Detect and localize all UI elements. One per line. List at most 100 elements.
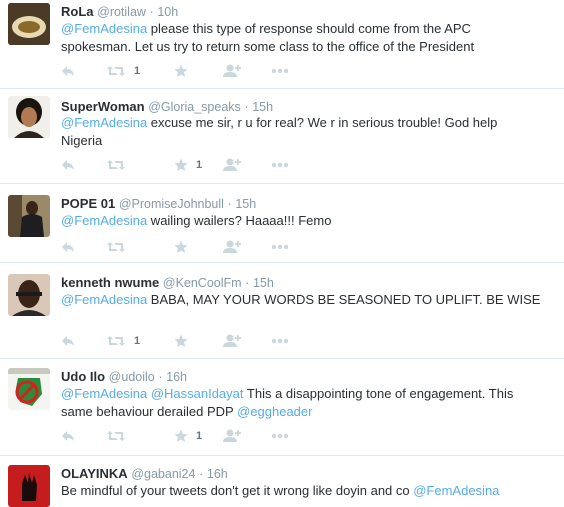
- retweet-icon: [107, 160, 125, 170]
- tweet-item: Udo Ilo @udoilo · 16h @FemAdesina @Hassa…: [0, 359, 564, 456]
- mention-link[interactable]: @eggheader: [237, 404, 312, 419]
- follow-user-icon: [223, 240, 241, 253]
- star-icon: [174, 158, 188, 171]
- user-handle[interactable]: @Gloria_speaks: [148, 100, 241, 114]
- user-name[interactable]: kenneth nwume: [61, 275, 159, 290]
- follow-user-icon: [223, 158, 241, 171]
- follow-button[interactable]: [223, 156, 241, 174]
- avatar[interactable]: [8, 368, 50, 410]
- more-button[interactable]: [271, 62, 289, 80]
- mention-link[interactable]: @FemAdesina: [413, 483, 499, 498]
- tweet-item: RoLa @rotilaw · 10h @FemAdesina please t…: [0, 0, 564, 89]
- avatar[interactable]: [8, 274, 50, 316]
- timestamp[interactable]: 10h: [157, 5, 178, 19]
- retweet-icon: [107, 431, 125, 441]
- tweet-text: @FemAdesina excuse me sir, r u for real?…: [61, 114, 541, 150]
- retweet-icon: [107, 66, 125, 76]
- reply-button[interactable]: [61, 427, 75, 445]
- avatar-image: [8, 274, 50, 316]
- tweet-text: @FemAdesina wailing wailers? Haaaa!!! Fe…: [61, 212, 541, 230]
- mention-link[interactable]: @FemAdesina: [61, 115, 147, 130]
- user-name[interactable]: RoLa: [61, 4, 94, 19]
- like-button[interactable]: [174, 238, 196, 256]
- reply-button[interactable]: [61, 332, 75, 350]
- retweet-button[interactable]: [106, 238, 134, 256]
- tweet-actions: 1: [61, 62, 361, 80]
- follow-user-icon: [223, 334, 241, 347]
- user-handle[interactable]: @udoilo: [109, 370, 155, 384]
- like-count: 1: [196, 430, 203, 442]
- user-name[interactable]: Udo Ilo: [61, 369, 105, 384]
- like-button[interactable]: [174, 62, 196, 80]
- like-button[interactable]: 1: [174, 427, 202, 445]
- mention-link[interactable]: @FemAdesina: [61, 386, 147, 401]
- more-icon: [271, 68, 289, 74]
- user-handle[interactable]: @KenCoolFm: [163, 276, 242, 290]
- user-handle[interactable]: @gabani24: [131, 467, 195, 481]
- star-icon: [174, 240, 188, 253]
- reply-icon: [62, 431, 74, 441]
- tweet-header: POPE 01 @PromiseJohnbull · 15h: [61, 196, 256, 212]
- mention-link[interactable]: @FemAdesina: [61, 21, 147, 36]
- follow-user-icon: [223, 429, 241, 442]
- timestamp[interactable]: 15h: [252, 100, 273, 114]
- reply-icon: [62, 336, 74, 346]
- user-handle[interactable]: @rotilaw: [97, 5, 146, 19]
- mention-link[interactable]: @FemAdesina: [61, 213, 147, 228]
- reply-icon: [62, 66, 74, 76]
- avatar[interactable]: [8, 195, 50, 237]
- retweet-icon: [107, 242, 125, 252]
- user-handle[interactable]: @PromiseJohnbull: [119, 197, 224, 211]
- more-button[interactable]: [271, 238, 289, 256]
- reply-button[interactable]: [61, 156, 75, 174]
- tweet-text: @FemAdesina please this type of response…: [61, 20, 541, 56]
- timestamp[interactable]: 15h: [235, 197, 256, 211]
- user-name[interactable]: POPE 01: [61, 196, 115, 211]
- retweet-button[interactable]: 1: [106, 332, 140, 350]
- separator: ·: [199, 467, 204, 481]
- avatar-image: [8, 3, 50, 45]
- star-icon: [174, 64, 188, 77]
- avatar-image: [8, 195, 50, 237]
- tweet-item: SuperWoman @Gloria_speaks · 15h @FemAdes…: [0, 89, 564, 184]
- follow-button[interactable]: [223, 427, 241, 445]
- tweet-text-segment: BABA, MAY YOUR WORDS BE SEASONED TO UPLI…: [147, 292, 541, 307]
- retweet-button[interactable]: 1: [106, 62, 140, 80]
- tweet-text-segment: wailing wailers? Haaaa!!! Femo: [147, 213, 332, 228]
- mention-link[interactable]: @HassanIdayat: [151, 386, 244, 401]
- separator: ·: [227, 197, 232, 211]
- mention-link[interactable]: @FemAdesina: [61, 292, 147, 307]
- timestamp[interactable]: 16h: [207, 467, 228, 481]
- user-name[interactable]: SuperWoman: [61, 99, 145, 114]
- like-count: 1: [196, 159, 203, 171]
- retweet-button[interactable]: [106, 156, 134, 174]
- separator: ·: [158, 370, 163, 384]
- reply-button[interactable]: [61, 62, 75, 80]
- more-icon: [271, 338, 289, 344]
- tweet-item: OLAYINKA @gabani24 · 16h Be mindful of y…: [0, 456, 564, 507]
- follow-button[interactable]: [223, 62, 241, 80]
- tweet-header: RoLa @rotilaw · 10h: [61, 4, 178, 20]
- follow-button[interactable]: [223, 238, 241, 256]
- follow-button[interactable]: [223, 332, 241, 350]
- avatar[interactable]: [8, 3, 50, 45]
- avatar[interactable]: [8, 96, 50, 138]
- tweet-text: @FemAdesina @HassanIdayat This a disappo…: [61, 385, 541, 421]
- more-button[interactable]: [271, 332, 289, 350]
- user-name[interactable]: OLAYINKA: [61, 466, 128, 481]
- like-button[interactable]: 1: [174, 156, 202, 174]
- more-button[interactable]: [271, 427, 289, 445]
- separator: ·: [244, 100, 249, 114]
- follow-user-icon: [223, 64, 241, 77]
- tweet-header: OLAYINKA @gabani24 · 16h: [61, 466, 228, 482]
- tweet-item: kenneth nwume @KenCoolFm · 15h @FemAdesi…: [0, 263, 564, 359]
- like-button[interactable]: [174, 332, 196, 350]
- tweet-text-segment: Be mindful of your tweets don't get it w…: [61, 483, 414, 498]
- retweet-button[interactable]: [106, 427, 134, 445]
- timestamp[interactable]: 15h: [253, 276, 274, 290]
- reply-button[interactable]: [61, 238, 75, 256]
- more-button[interactable]: [271, 156, 289, 174]
- tweet-header: Udo Ilo @udoilo · 16h: [61, 369, 187, 385]
- tweet-actions: 1: [61, 156, 361, 174]
- timestamp[interactable]: 16h: [166, 370, 187, 384]
